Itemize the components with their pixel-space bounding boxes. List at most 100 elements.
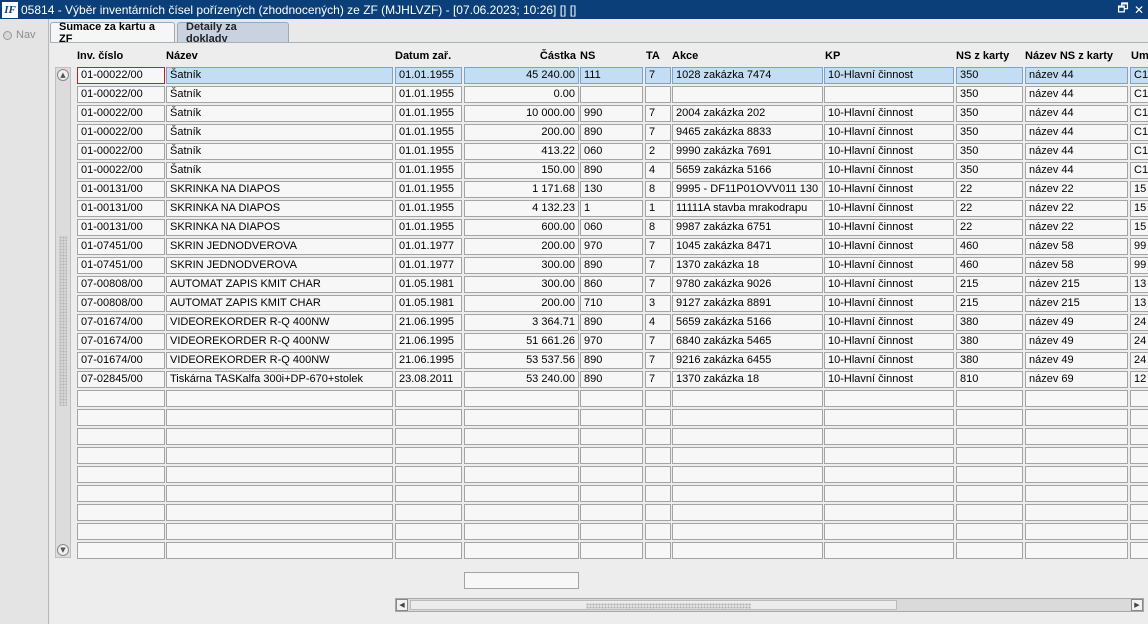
cell-nsk[interactable]: 22	[956, 219, 1023, 236]
cell-inv[interactable]: 01-00022/00	[77, 67, 165, 84]
cell-nazev[interactable]: Tiskárna TASKalfa 300i+DP-670+stolek	[166, 371, 393, 388]
cell-akce[interactable]	[672, 504, 823, 521]
cell-um[interactable]: 15	[1130, 200, 1148, 217]
table-row[interactable]: 07-01674/00 VIDEOREKORDER R-Q 400NW 21.06.…	[0, 333, 1148, 352]
table-row[interactable]: 01-00022/00 Šatník 01.01.1955 10 000.00 990 7…	[0, 105, 1148, 124]
cell-akce[interactable]: 11111A stavba mrakodrapu	[672, 200, 823, 217]
cell-akce[interactable]	[672, 542, 823, 559]
cell-nsk[interactable]	[956, 523, 1023, 540]
cell-ns[interactable]: 970	[580, 333, 643, 350]
cell-ns[interactable]	[580, 86, 643, 103]
cell-kp[interactable]: 10-Hlavní činnost	[824, 162, 954, 179]
cell-castka[interactable]	[464, 466, 579, 483]
cell-nsk[interactable]: 22	[956, 200, 1023, 217]
cell-castka[interactable]: 51 661.26	[464, 333, 579, 350]
cell-inv[interactable]	[77, 542, 165, 559]
cell-kp[interactable]	[824, 447, 954, 464]
cell-ta[interactable]: 7	[645, 105, 671, 122]
cell-ns[interactable]: 060	[580, 143, 643, 160]
cell-ta[interactable]	[645, 523, 671, 540]
cell-castka[interactable]: 53 240.00	[464, 371, 579, 388]
cell-nazevns[interactable]	[1025, 390, 1128, 407]
cell-kp[interactable]: 10-Hlavní činnost	[824, 124, 954, 141]
col-header-inv[interactable]: Inv. číslo	[77, 50, 123, 64]
cell-castka[interactable]	[464, 447, 579, 464]
cell-nazevns[interactable]: název 69	[1025, 371, 1128, 388]
cell-um[interactable]	[1130, 390, 1148, 407]
cell-datum[interactable]: 21.06.1995	[395, 333, 462, 350]
cell-nazev[interactable]	[166, 390, 393, 407]
cell-nazevns[interactable]	[1025, 523, 1128, 540]
cell-castka[interactable]: 45 240.00	[464, 67, 579, 84]
cell-inv[interactable]	[77, 523, 165, 540]
cell-um[interactable]: C1	[1130, 86, 1148, 103]
cell-akce[interactable]: 9990 zakázka 7691	[672, 143, 823, 160]
cell-castka[interactable]: 600.00	[464, 219, 579, 236]
cell-datum[interactable]: 21.06.1995	[395, 314, 462, 331]
cell-datum[interactable]: 01.01.1977	[395, 257, 462, 274]
cell-kp[interactable]	[824, 86, 954, 103]
cell-um[interactable]	[1130, 409, 1148, 426]
restore-icon[interactable]: 🗗	[1116, 1, 1130, 17]
cell-nazevns[interactable]: název 44	[1025, 143, 1128, 160]
cell-akce[interactable]	[672, 428, 823, 445]
cell-kp[interactable]	[824, 390, 954, 407]
table-row[interactable]	[0, 447, 1148, 466]
cell-datum[interactable]: 01.01.1955	[395, 219, 462, 236]
cell-ta[interactable]: 7	[645, 352, 671, 369]
cell-inv[interactable]: 01-00131/00	[77, 181, 165, 198]
cell-nazev[interactable]: SKRINKA NA DIAPOS	[166, 200, 393, 217]
cell-kp[interactable]: 10-Hlavní činnost	[824, 200, 954, 217]
table-row[interactable]: 01-00022/00 Šatník 01.01.1955 45 240.00 111 7…	[0, 67, 1148, 86]
cell-ta[interactable]: 2	[645, 143, 671, 160]
cell-kp[interactable]	[824, 523, 954, 540]
cell-nsk[interactable]	[956, 504, 1023, 521]
nav-radio[interactable]: Nav	[3, 29, 36, 41]
cell-inv[interactable]	[77, 504, 165, 521]
cell-ns[interactable]	[580, 523, 643, 540]
cell-um[interactable]: C1	[1130, 124, 1148, 141]
cell-castka[interactable]	[464, 390, 579, 407]
cell-nazev[interactable]	[166, 428, 393, 445]
tab-sumace[interactable]: Sumace za kartu a ZF	[50, 21, 175, 45]
cell-inv[interactable]	[77, 428, 165, 445]
cell-akce[interactable]: 9216 zakázka 6455	[672, 352, 823, 369]
cell-nsk[interactable]: 380	[956, 333, 1023, 350]
cell-kp[interactable]: 10-Hlavní činnost	[824, 295, 954, 312]
cell-nsk[interactable]	[956, 466, 1023, 483]
cell-castka[interactable]: 150.00	[464, 162, 579, 179]
cell-ta[interactable]: 7	[645, 257, 671, 274]
cell-datum[interactable]: 01.01.1977	[395, 238, 462, 255]
cell-castka[interactable]: 300.00	[464, 257, 579, 274]
cell-kp[interactable]: 10-Hlavní činnost	[824, 276, 954, 293]
cell-ta[interactable]: 8	[645, 219, 671, 236]
table-row[interactable]	[0, 504, 1148, 523]
cell-ns[interactable]: 970	[580, 238, 643, 255]
cell-nsk[interactable]: 460	[956, 238, 1023, 255]
cell-nazev[interactable]	[166, 485, 393, 502]
cell-inv[interactable]	[77, 466, 165, 483]
cell-inv[interactable]: 01-00131/00	[77, 219, 165, 236]
cell-kp[interactable]: 10-Hlavní činnost	[824, 219, 954, 236]
cell-nazevns[interactable]: název 58	[1025, 238, 1128, 255]
cell-datum[interactable]	[395, 466, 462, 483]
col-header-um[interactable]: Um	[1131, 50, 1148, 64]
cell-datum[interactable]: 01.01.1955	[395, 200, 462, 217]
cell-castka[interactable]	[464, 542, 579, 559]
cell-datum[interactable]	[395, 428, 462, 445]
cell-ta[interactable]: 7	[645, 333, 671, 350]
table-row[interactable]	[0, 523, 1148, 542]
cell-nazevns[interactable]	[1025, 485, 1128, 502]
cell-nazevns[interactable]	[1025, 428, 1128, 445]
cell-kp[interactable]: 10-Hlavní činnost	[824, 105, 954, 122]
table-row[interactable]: 07-00808/00 AUTOMAT ZAPIS KMIT CHAR 01.05.…	[0, 276, 1148, 295]
cell-um[interactable]: C1	[1130, 105, 1148, 122]
cell-akce[interactable]	[672, 523, 823, 540]
table-row[interactable]: 01-00131/00 SKRINKA NA DIAPOS 01.01.1955 60…	[0, 219, 1148, 238]
cell-nazev[interactable]: VIDEOREKORDER R-Q 400NW	[166, 314, 393, 331]
cell-castka[interactable]	[464, 485, 579, 502]
cell-datum[interactable]: 01.01.1955	[395, 86, 462, 103]
cell-kp[interactable]: 10-Hlavní činnost	[824, 143, 954, 160]
cell-ta[interactable]: 7	[645, 67, 671, 84]
cell-ns[interactable]: 890	[580, 124, 643, 141]
